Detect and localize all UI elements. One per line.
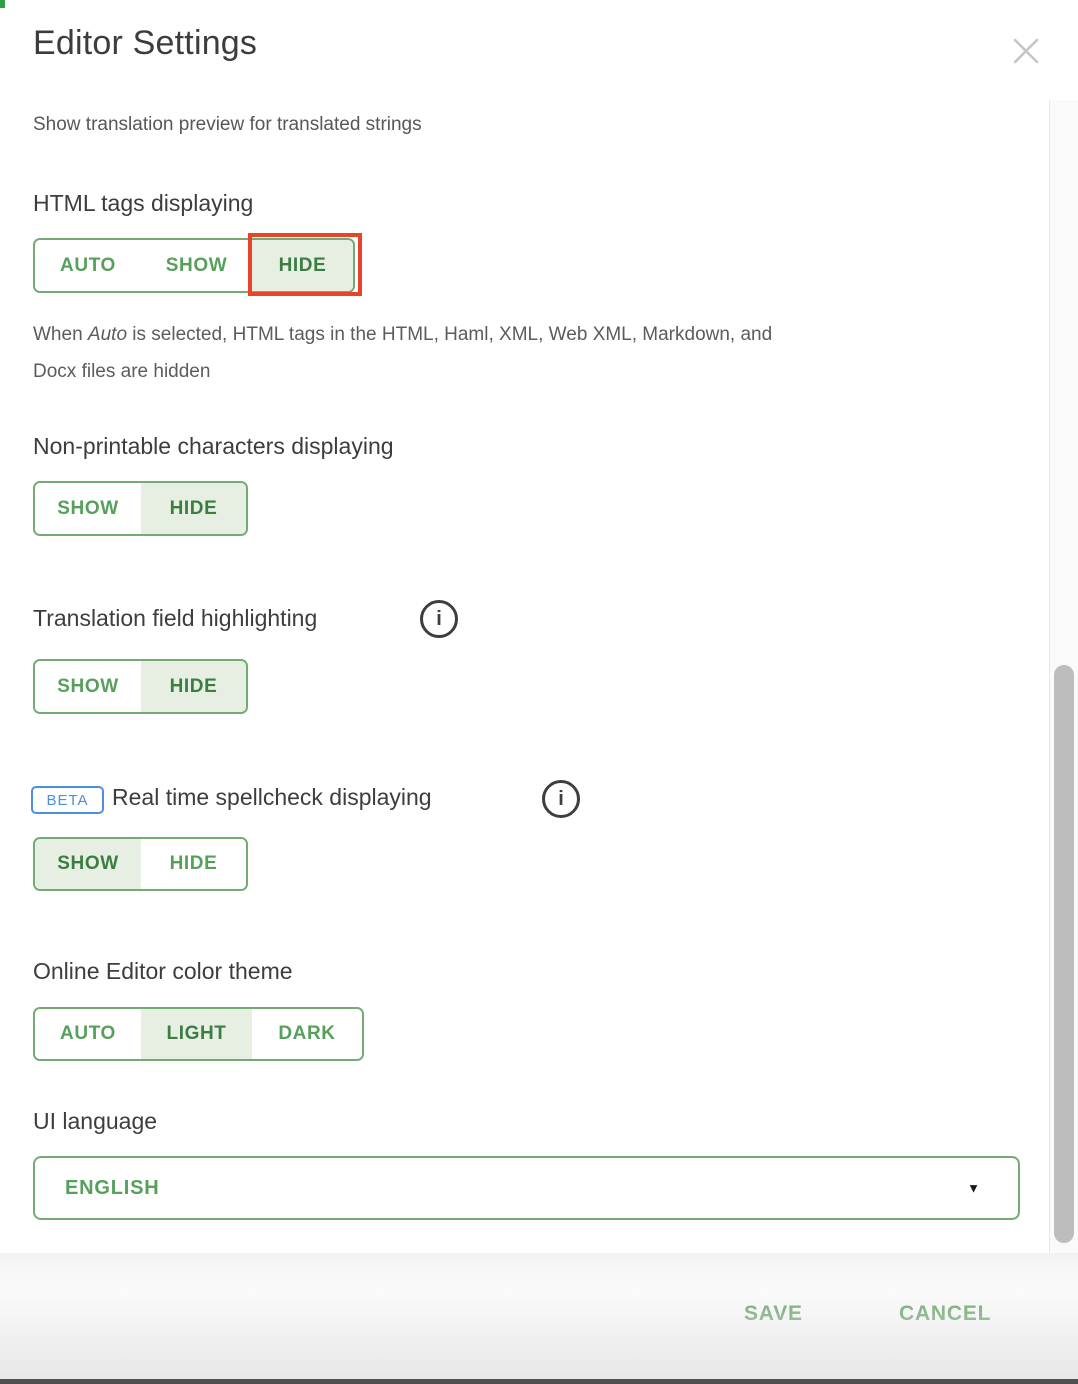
non-printable-show-button[interactable]: SHOW [35,483,141,534]
field-highlighting-hide-button[interactable]: HIDE [141,661,246,712]
scrollbar-thumb[interactable] [1054,665,1074,1243]
spellcheck-toggle: SHOW HIDE [33,837,248,891]
window-bottom-edge [0,1379,1078,1384]
ui-language-value: ENGLISH [65,1177,160,1200]
color-theme-label: Online Editor color theme [33,958,293,985]
color-theme-dark-button[interactable]: DARK [252,1009,362,1059]
highlight-annotation-box [248,233,362,296]
field-highlighting-info-icon[interactable]: i [420,600,458,638]
html-tags-auto-button[interactable]: AUTO [35,240,141,291]
field-highlighting-toggle: SHOW HIDE [33,659,248,714]
cancel-button[interactable]: CANCEL [899,1302,991,1326]
beta-badge: BETA [31,786,104,814]
editor-settings-modal: Editor Settings Show translation preview… [0,0,1078,1384]
field-highlighting-show-button[interactable]: SHOW [35,661,141,712]
ui-language-select[interactable]: ENGLISH ▼ [33,1156,1020,1220]
html-tags-show-button[interactable]: SHOW [141,240,252,291]
description-line-2: Docx files are hidden [33,353,772,390]
footer-top-shadow [0,1253,1078,1295]
chevron-down-icon: ▼ [967,1181,980,1196]
translation-preview-label: Show translation preview for translated … [33,114,422,136]
non-printable-label: Non-printable characters displaying [33,433,394,460]
non-printable-hide-button[interactable]: HIDE [141,483,246,534]
color-theme-auto-button[interactable]: AUTO [35,1009,141,1059]
description-line-1: When Auto is selected, HTML tags in the … [33,316,772,353]
screenshot-corner-artifact [0,0,5,8]
spellcheck-info-icon[interactable]: i [542,780,580,818]
ui-language-label: UI language [33,1108,157,1135]
field-highlighting-label: Translation field highlighting [33,605,317,632]
html-tags-description: When Auto is selected, HTML tags in the … [33,316,772,390]
page-title: Editor Settings [33,24,257,63]
non-printable-toggle: SHOW HIDE [33,481,248,536]
close-icon [1007,32,1045,75]
save-button[interactable]: SAVE [744,1302,803,1326]
spellcheck-label: Real time spellcheck displaying [112,784,432,811]
spellcheck-show-button[interactable]: SHOW [35,839,141,889]
spellcheck-hide-button[interactable]: HIDE [141,839,246,889]
color-theme-toggle: AUTO LIGHT DARK [33,1007,364,1061]
html-tags-label: HTML tags displaying [33,190,253,217]
close-button[interactable] [1002,29,1050,77]
color-theme-light-button[interactable]: LIGHT [141,1009,252,1059]
